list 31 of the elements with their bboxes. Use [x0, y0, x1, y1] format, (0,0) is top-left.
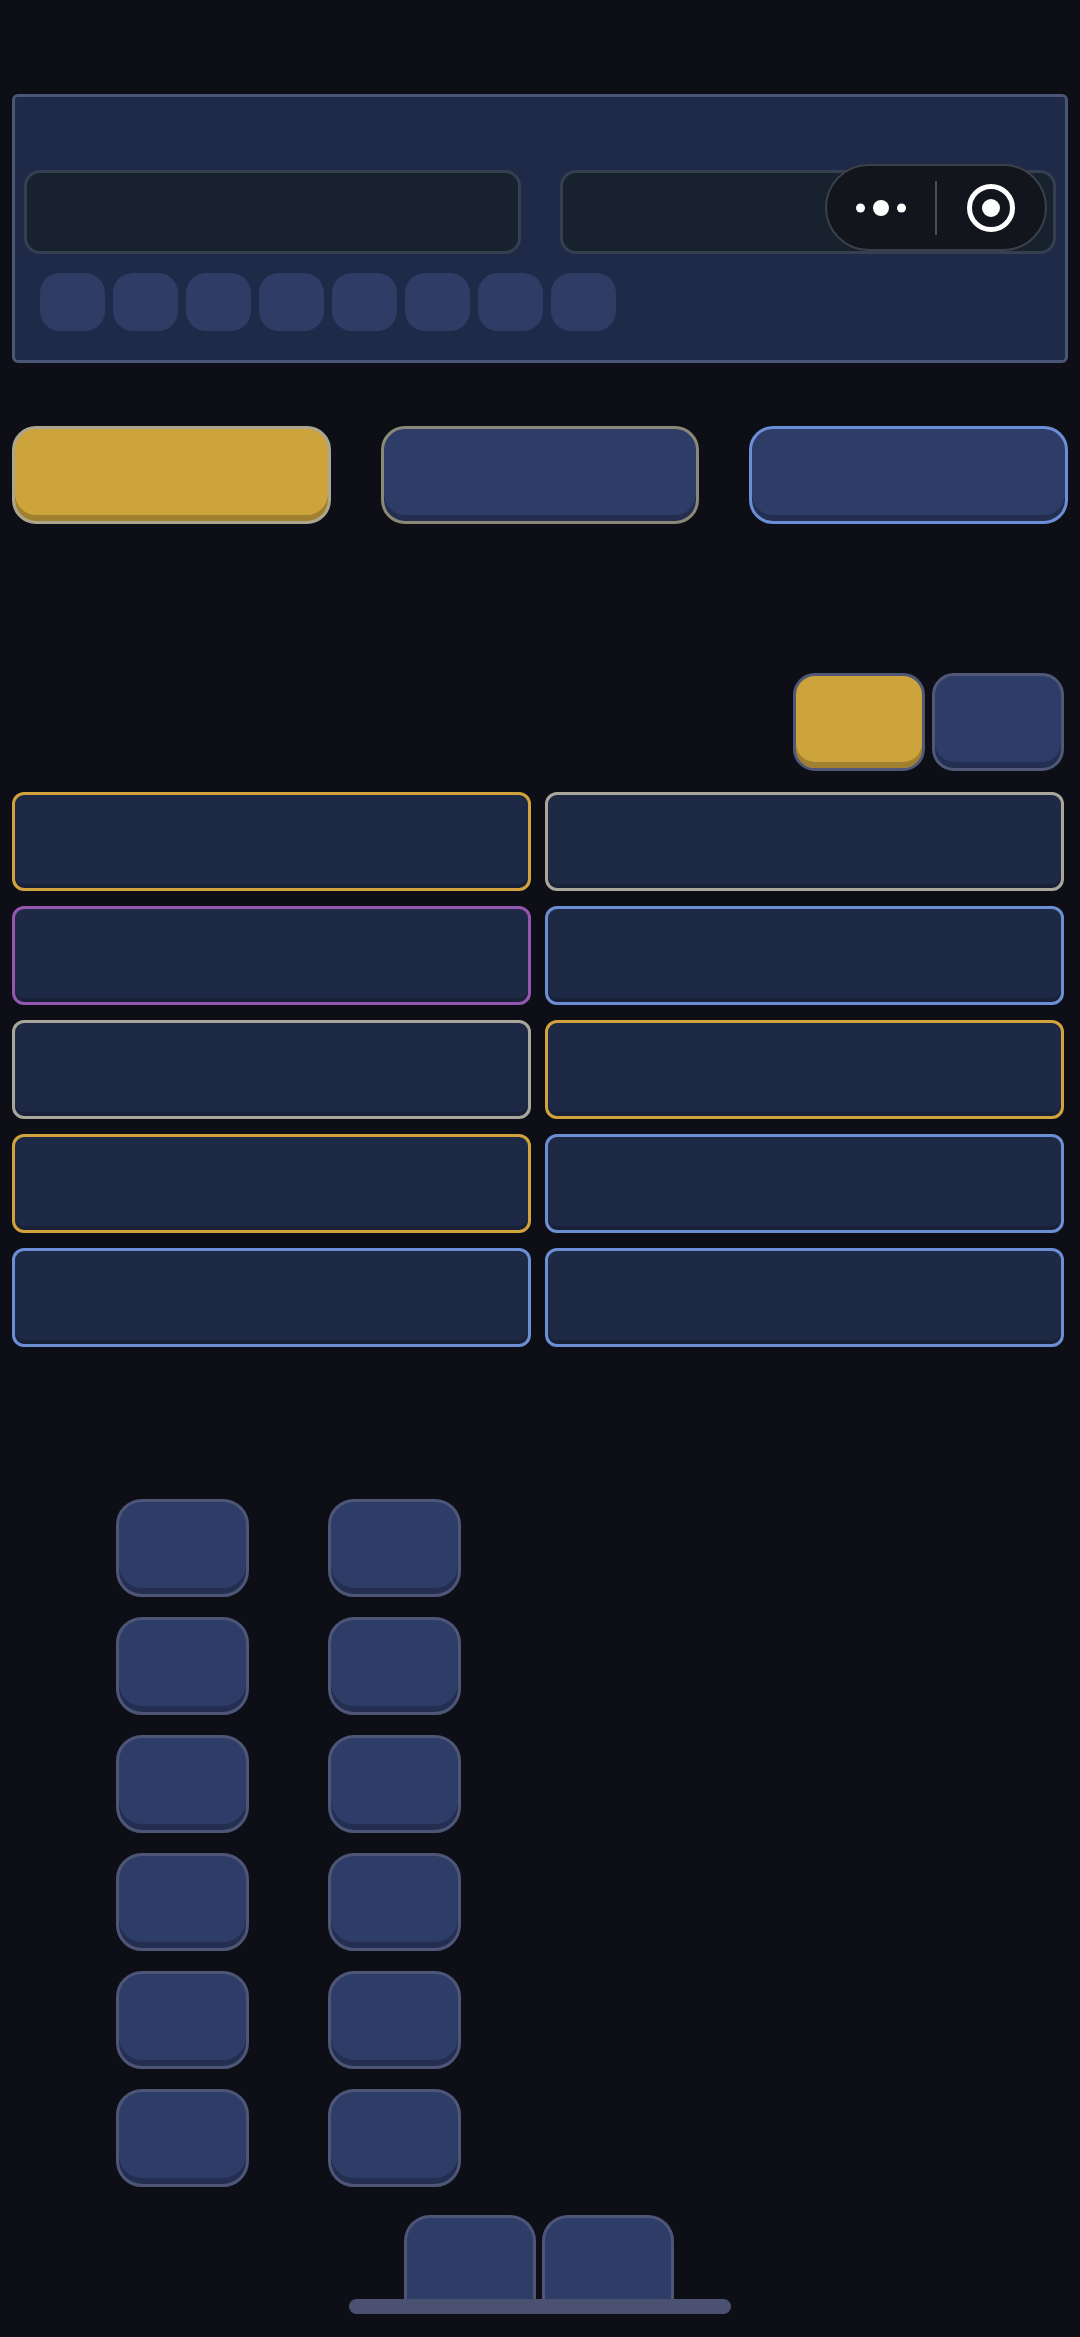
option-card[interactable]	[545, 1020, 1064, 1119]
more-icon[interactable]	[856, 199, 906, 216]
option-card[interactable]	[12, 1020, 531, 1119]
key-button[interactable]	[404, 2215, 536, 2299]
option-card[interactable]	[545, 1134, 1064, 1233]
toggle-button[interactable]	[793, 673, 925, 771]
option-card[interactable]	[12, 1248, 531, 1347]
option-card[interactable]	[12, 792, 531, 891]
key-button[interactable]	[116, 1735, 249, 1833]
key-button[interactable]	[116, 1853, 249, 1951]
option-card[interactable]	[545, 906, 1064, 1005]
key-button[interactable]	[328, 1735, 461, 1833]
key-button[interactable]	[328, 2089, 461, 2187]
option-card[interactable]	[545, 1248, 1064, 1347]
toggle-button[interactable]	[932, 673, 1064, 771]
key-button[interactable]	[542, 2215, 674, 2299]
key-button[interactable]	[116, 1499, 249, 1597]
key-button[interactable]	[328, 1617, 461, 1715]
key-button[interactable]	[328, 1971, 461, 2069]
mode-button[interactable]	[749, 426, 1068, 524]
key-button[interactable]	[328, 1499, 461, 1597]
key-button[interactable]	[116, 1617, 249, 1715]
key-button[interactable]	[116, 2089, 249, 2187]
mode-button[interactable]	[380, 426, 700, 524]
option-card[interactable]	[12, 906, 531, 1005]
key-button[interactable]	[116, 1971, 249, 2069]
option-card[interactable]	[545, 792, 1064, 891]
target-icon[interactable]	[967, 183, 1015, 232]
option-card[interactable]	[12, 1134, 531, 1233]
input-field[interactable]	[24, 170, 521, 254]
key-button[interactable]	[328, 1853, 461, 1951]
